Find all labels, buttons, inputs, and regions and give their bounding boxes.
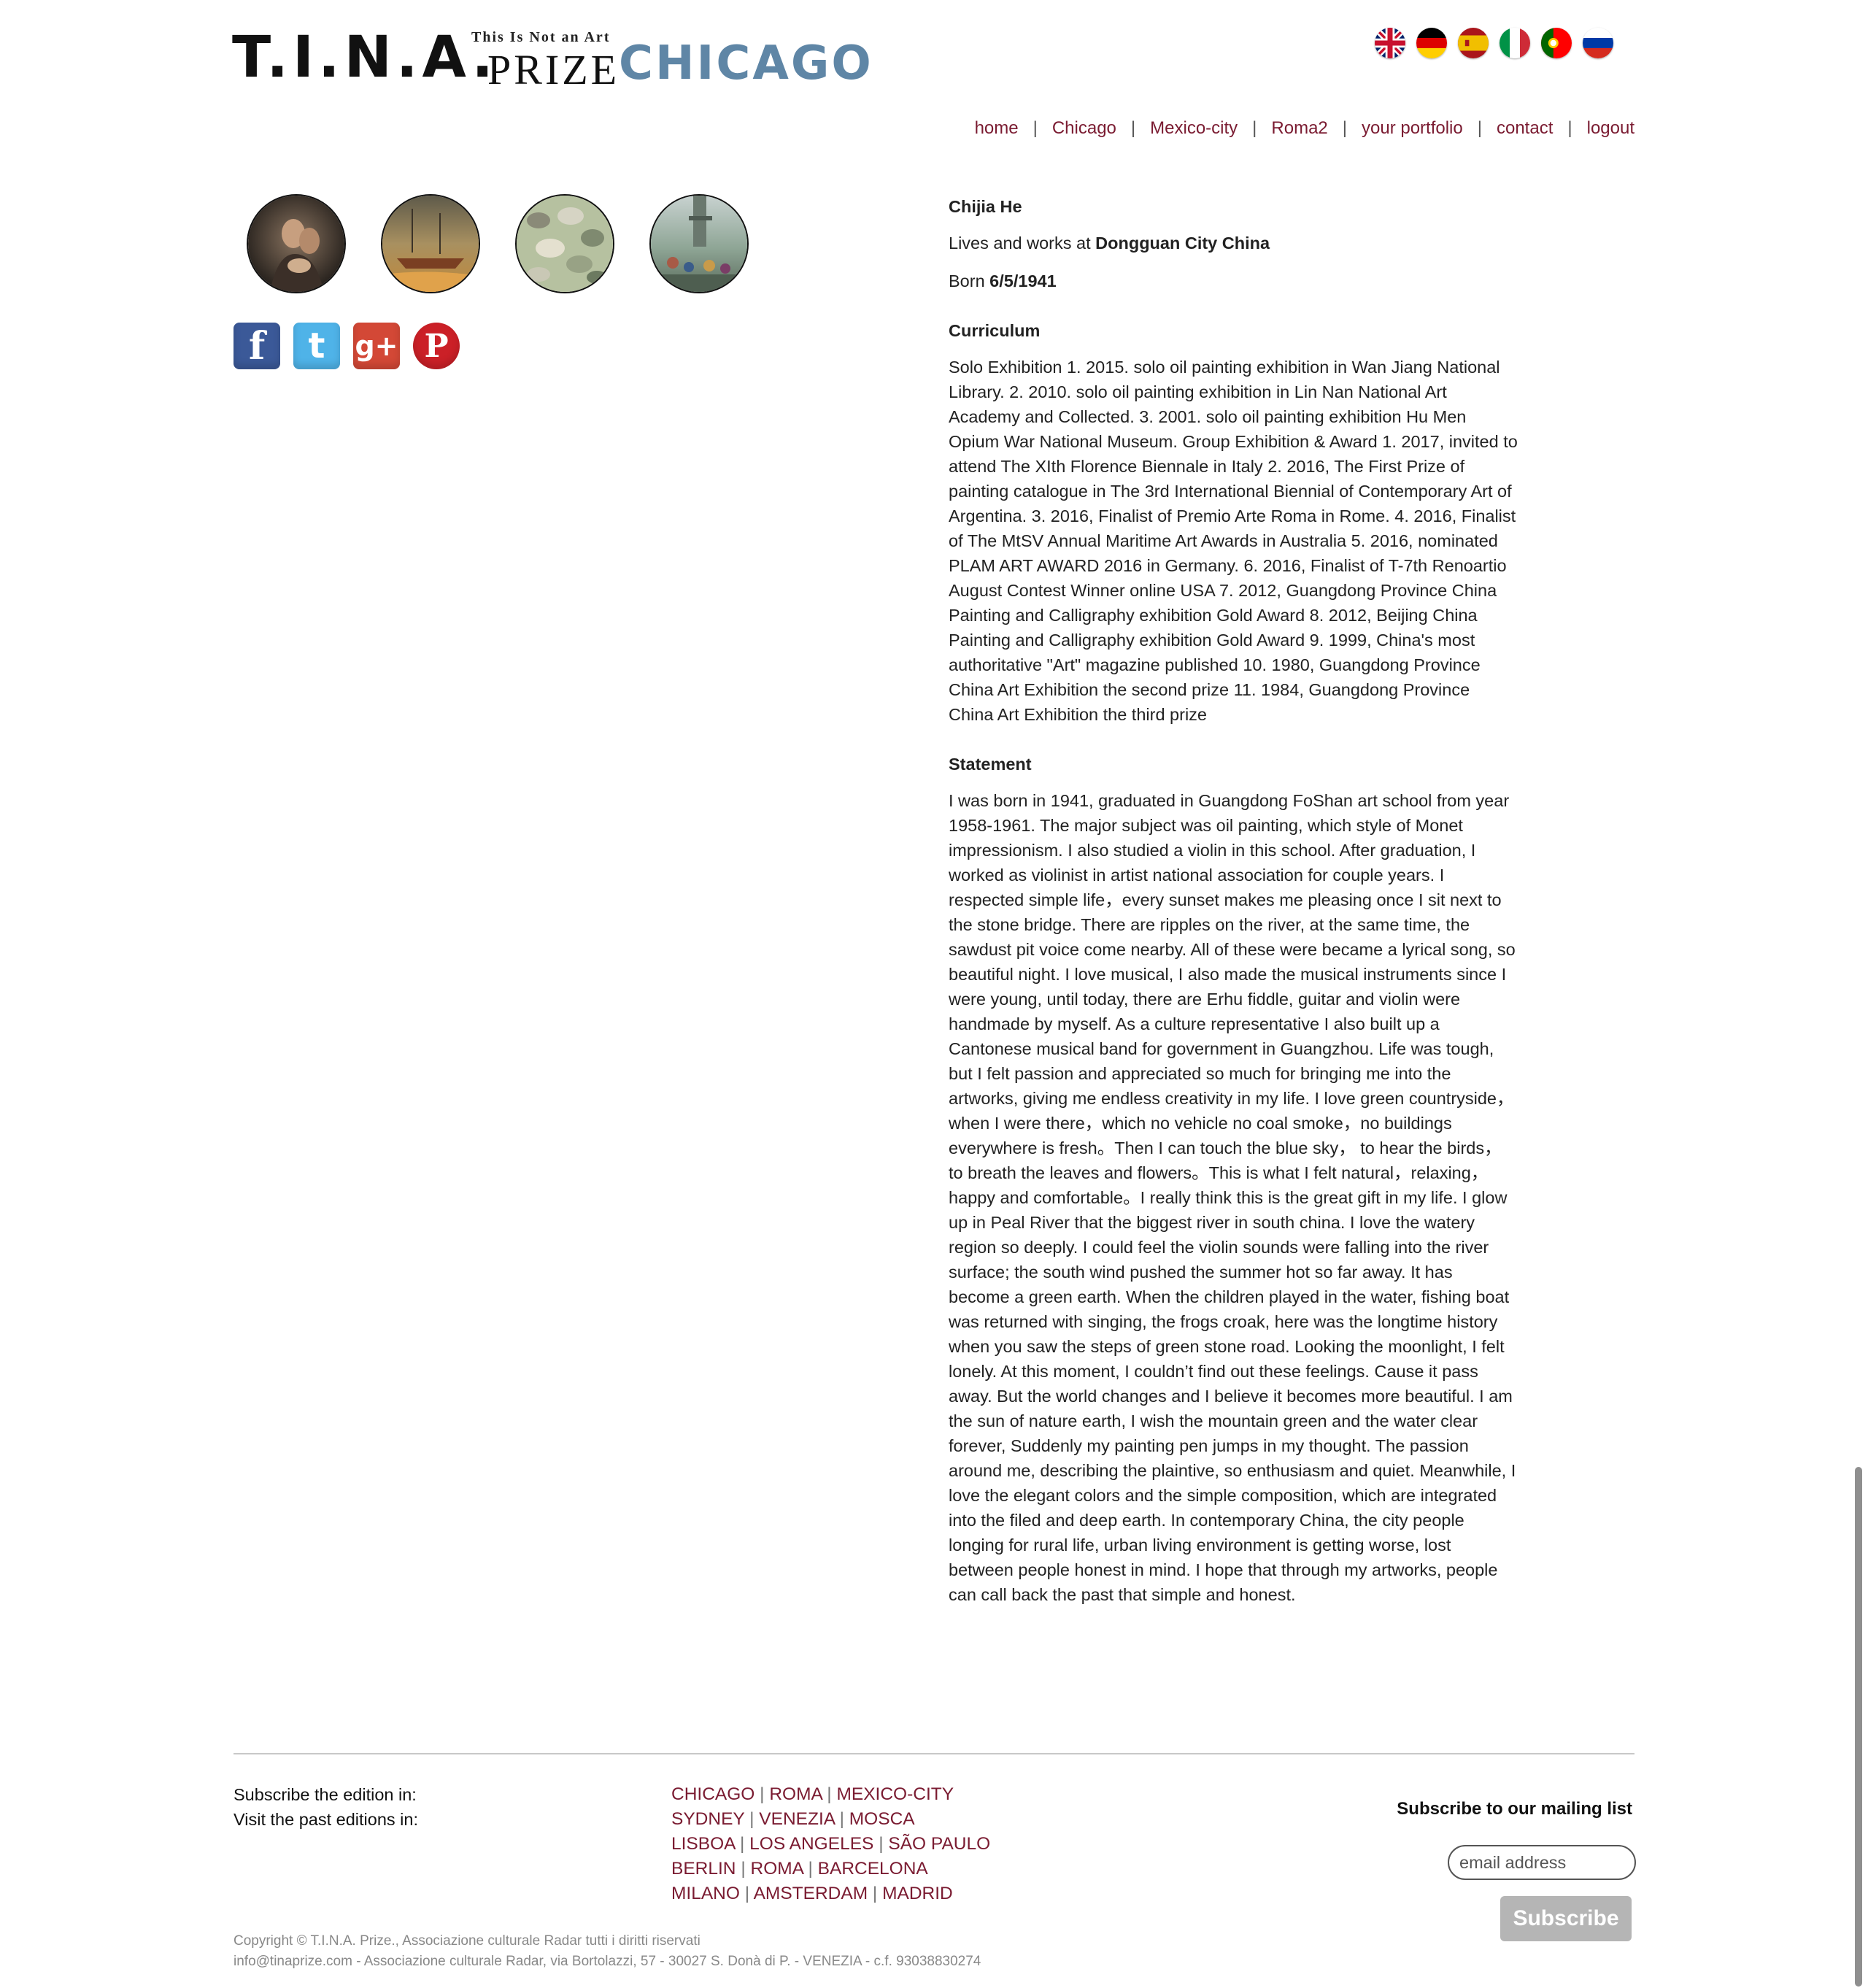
italian-flag-icon[interactable] (1500, 28, 1530, 58)
edition-link[interactable]: MILANO (671, 1884, 740, 1903)
statement-text: I was born in 1941, graduated in Guangdo… (949, 791, 1516, 1604)
logo-edition: CHICAGO (619, 36, 873, 90)
nav-separator: | (1252, 118, 1257, 138)
nav-logout[interactable]: logout (1587, 118, 1634, 139)
mailing-list-title: Subscribe to our mailing list (1397, 1799, 1632, 1819)
location-label: Lives and works at (949, 234, 1096, 253)
edition-link[interactable]: LISBOA (671, 1834, 735, 1854)
edition-row: CHICAGO | ROMA | MEXICO-CITY (671, 1784, 954, 1804)
nav-mexico-city[interactable]: Mexico-city (1150, 118, 1238, 139)
nav-roma2[interactable]: Roma2 (1271, 118, 1327, 139)
edition-link[interactable]: MOSCA (849, 1809, 915, 1829)
nav-separator: | (1130, 118, 1136, 138)
edition-link[interactable]: SÃO PAULO (888, 1834, 990, 1854)
edition-link[interactable]: ROMA (751, 1859, 803, 1879)
artwork-thumbnail[interactable] (247, 194, 346, 293)
russian-flag-icon[interactable] (1583, 28, 1613, 58)
statement-title: Statement (949, 755, 1032, 774)
main-nav: home | Chicago | Mexico-city | Roma2 | y… (975, 118, 1634, 139)
artist-profile: Chijia He Lives and works at Dongguan Ci… (949, 194, 1518, 1607)
artist-born: Born 6/5/1941 (949, 269, 1518, 293)
subscribe-button[interactable]: Subscribe (1500, 1896, 1632, 1941)
nav-contact[interactable]: contact (1497, 118, 1553, 139)
email-field[interactable] (1448, 1845, 1636, 1880)
nav-separator: | (1342, 118, 1347, 138)
footer-divider (234, 1753, 1634, 1754)
edition-link[interactable]: LOS ANGELES (749, 1834, 873, 1854)
portuguese-flag-icon[interactable] (1541, 28, 1572, 58)
edition-link[interactable]: VENEZIA (759, 1809, 834, 1829)
visit-past-label: Visit the past editions in: (234, 1810, 418, 1829)
nav-your-portfolio[interactable]: your portfolio (1362, 118, 1463, 139)
curriculum-text: Solo Exhibition 1. 2015. solo oil painti… (949, 358, 1518, 724)
social-share: f t g+ P (234, 323, 460, 369)
nav-home[interactable]: home (975, 118, 1019, 139)
artwork-thumbnail[interactable] (649, 194, 749, 293)
page-scrollbar[interactable] (1855, 1467, 1862, 1987)
footer-labels: Subscribe the edition in: Visit the past… (234, 1782, 418, 1832)
facebook-icon[interactable]: f (234, 323, 280, 369)
german-flag-icon[interactable] (1416, 28, 1447, 58)
footer-copyright: Copyright © T.I.N.A. Prize., Associazion… (234, 1931, 981, 1972)
artist-name: Chijia He (949, 197, 1022, 216)
edition-link[interactable]: MEXICO-CITY (836, 1784, 954, 1804)
artist-location: Lives and works at Dongguan City China (949, 231, 1518, 255)
nav-separator: | (1033, 118, 1038, 138)
english-flag-icon[interactable] (1375, 28, 1405, 58)
edition-row: MILANO | AMSTERDAM | MADRID (671, 1884, 953, 1903)
edition-link[interactable]: MADRID (882, 1884, 953, 1903)
logo-tina: T.I.N.A. (232, 25, 498, 90)
edition-row: BERLIN | ROMA | BARCELONA (671, 1859, 928, 1879)
edition-row: LISBOA | LOS ANGELES | SÃO PAULO (671, 1834, 991, 1854)
language-selector (1375, 28, 1613, 58)
edition-link[interactable]: SYDNEY (671, 1809, 744, 1829)
edition-link[interactable]: BERLIN (671, 1859, 736, 1879)
born-value: 6/5/1941 (989, 271, 1057, 290)
edition-row: SYDNEY | VENEZIA | MOSCA (671, 1809, 915, 1829)
location-value: Dongguan City China (1095, 234, 1270, 253)
page: T.I.N.A. This Is Not an Art PRIZE CHICAG… (0, 0, 1868, 1988)
artwork-thumbnail[interactable] (381, 194, 480, 293)
pinterest-icon[interactable]: P (413, 323, 460, 369)
edition-links: CHICAGO | ROMA | MEXICO-CITY SYDNEY | VE… (671, 1782, 990, 1906)
spanish-flag-icon[interactable] (1458, 28, 1489, 58)
nav-chicago[interactable]: Chicago (1052, 118, 1116, 139)
twitter-icon[interactable]: t (293, 323, 340, 369)
born-label: Born (949, 271, 990, 290)
curriculum-title: Curriculum (949, 321, 1041, 340)
subscribe-edition-label: Subscribe the edition in: (234, 1785, 417, 1804)
nav-separator: | (1477, 118, 1482, 138)
edition-link[interactable]: BARCELONA (818, 1859, 928, 1879)
edition-link[interactable]: AMSTERDAM (754, 1884, 868, 1903)
logo-prize: PRIZE (487, 46, 620, 93)
nav-separator: | (1567, 118, 1572, 138)
google-plus-icon[interactable]: g+ (353, 323, 400, 369)
copyright-text: Copyright © T.I.N.A. Prize., Associazion… (234, 1933, 700, 1949)
artwork-thumbnails (247, 194, 749, 293)
edition-link[interactable]: CHICAGO (671, 1784, 754, 1804)
edition-link[interactable]: ROMA (769, 1784, 822, 1804)
artwork-thumbnail[interactable] (515, 194, 614, 293)
address-text: info@tinaprize.com - Associazione cultur… (234, 1954, 981, 1969)
